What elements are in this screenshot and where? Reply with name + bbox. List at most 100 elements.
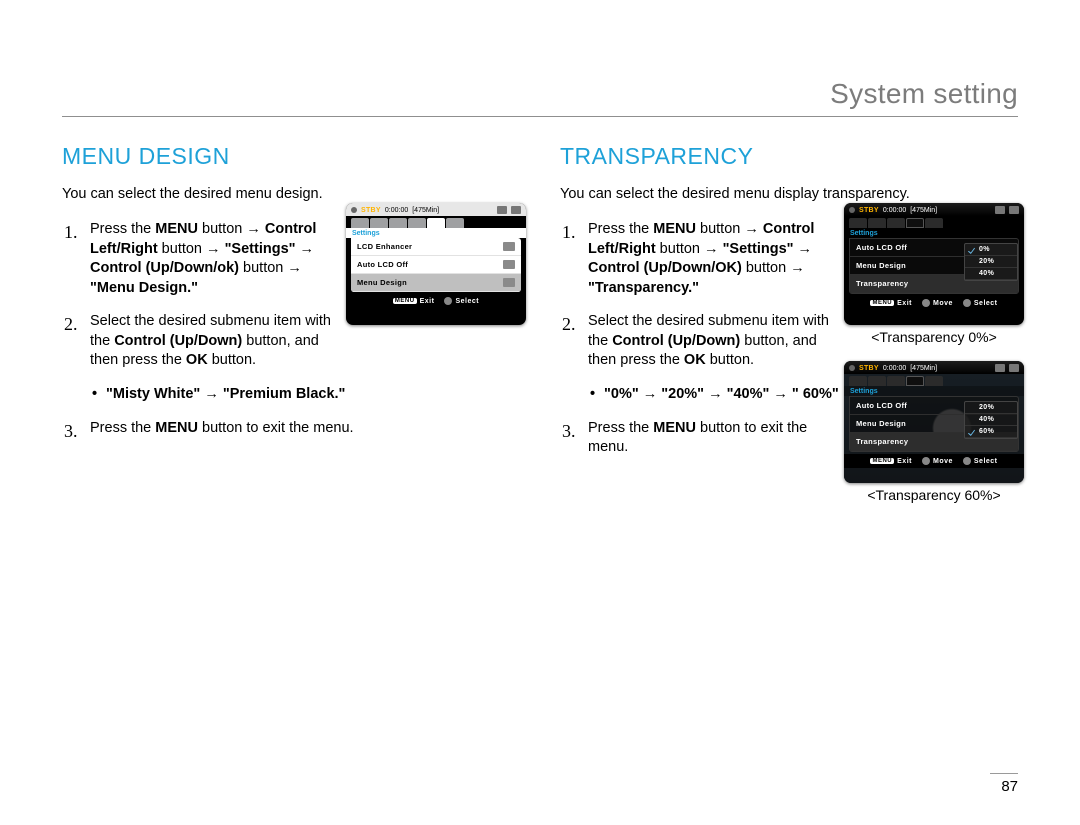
submenu-option: 40% — [965, 268, 1017, 280]
text-bold: MENU — [653, 221, 696, 237]
text-bold: MENU — [653, 420, 696, 436]
heading-menu-design: MENU DESIGN — [62, 143, 520, 170]
text: button to exit the menu. — [198, 420, 354, 436]
text: Press the — [90, 420, 155, 436]
step-3: Press the MENU button to exit the menu. — [560, 419, 848, 458]
text: Press the — [90, 221, 155, 237]
text-bold: Control (Up/Down/OK) — [588, 260, 742, 276]
menu-row-label: Menu Design — [856, 419, 906, 428]
stby-label: STBY — [859, 207, 879, 214]
tab-icon — [887, 376, 905, 386]
text-bold: Control (Up/Down) — [114, 333, 242, 349]
exit-label: Exit — [420, 298, 435, 305]
submenu-option-selected: 0% — [965, 244, 1017, 256]
submenu-popup: 20% 40% 60% — [964, 401, 1018, 439]
menu-badge: MENU — [870, 300, 894, 306]
card-icon — [497, 206, 507, 214]
settings-label: Settings — [346, 228, 526, 238]
menu-row-label: Transparency — [856, 437, 908, 446]
exit-label: Exit — [897, 300, 912, 307]
menu-row-label: Transparency — [856, 279, 908, 288]
text: button → — [158, 241, 225, 257]
timecode: 0:00:00 — [883, 207, 906, 214]
intro-menu-design: You can select the desired menu design. — [62, 186, 520, 202]
row-icon — [503, 242, 515, 251]
tab-icon — [868, 218, 886, 228]
settings-label: Settings — [844, 386, 1024, 396]
tab-icon — [351, 218, 369, 228]
battery-icon — [1009, 364, 1019, 372]
text-bold: OK — [684, 352, 706, 368]
tab-icon — [389, 218, 407, 228]
step-3: Press the MENU button to exit the menu. — [62, 419, 490, 439]
text-bold: MENU — [155, 221, 198, 237]
menu-badge: MENU — [870, 458, 894, 464]
text-bold: "Menu Design." — [90, 280, 198, 296]
tab-icon-active — [427, 218, 445, 228]
text: button → — [239, 260, 302, 276]
record-dot-icon — [849, 365, 855, 371]
settings-label: Settings — [844, 228, 1024, 238]
menu-badge: MENU — [393, 298, 417, 304]
section-title: System setting — [62, 78, 1018, 117]
column-menu-design: MENU DESIGN You can select the desired m… — [62, 139, 520, 472]
text: button. — [208, 352, 256, 368]
move-circle-icon — [922, 457, 930, 465]
card-icon — [995, 206, 1005, 214]
text: Press the — [588, 221, 653, 237]
step-1: Press the MENU button → Control Left/Rig… — [560, 220, 848, 298]
intro-transparency: You can select the desired menu display … — [560, 186, 1018, 202]
tab-icon — [370, 218, 388, 228]
submenu-option: 20% — [965, 402, 1017, 414]
submenu-option: 40% — [965, 414, 1017, 426]
lcd-transparency-60: STBY 0:00:00 [475Min] Settings Auto LC — [844, 361, 1024, 483]
tab-icon-active — [906, 376, 924, 386]
text: button → — [198, 221, 265, 237]
text-bold: "Settings" — [723, 241, 794, 257]
row-icon — [503, 278, 515, 287]
move-label: Move — [933, 458, 953, 465]
select-label: Select — [974, 300, 998, 307]
record-dot-icon — [351, 207, 357, 213]
text: button. — [706, 352, 754, 368]
page-number: 87 — [990, 773, 1018, 795]
menu-row-label: Menu Design — [357, 278, 407, 287]
submenu-option-selected: 60% — [965, 426, 1017, 438]
ok-circle-icon — [963, 457, 971, 465]
step-1: Press the MENU button → Control Left/Rig… — [62, 220, 350, 298]
step-2: Select the desired submenu item with the… — [62, 312, 350, 371]
remain-time: [475Min] — [910, 365, 937, 372]
tab-icon — [849, 218, 867, 228]
text: button → — [742, 260, 805, 276]
caption-transparency-0: <Transparency 0%> — [844, 329, 1024, 345]
menu-row-selected: Menu Design — [351, 274, 521, 292]
timecode: 0:00:00 — [385, 207, 408, 214]
timecode: 0:00:00 — [883, 365, 906, 372]
tab-icon — [887, 218, 905, 228]
ok-circle-icon — [444, 297, 452, 305]
step-2: Select the desired submenu item with the… — [560, 312, 848, 371]
caption-transparency-60: <Transparency 60%> — [844, 487, 1024, 503]
lcd-menu-design: STBY 0:00:00 [475Min] Settings — [346, 203, 526, 325]
menu-row: LCD Enhancer — [351, 238, 521, 256]
menu-row-label: LCD Enhancer — [357, 242, 412, 251]
move-label: Move — [933, 300, 953, 307]
text-bold: MENU — [155, 420, 198, 436]
battery-icon — [1009, 206, 1019, 214]
text-bold: Control (Up/Down) — [612, 333, 740, 349]
tab-icon — [868, 376, 886, 386]
text: → — [296, 241, 315, 257]
menu-row-label: Auto LCD Off — [357, 260, 408, 269]
stby-label: STBY — [361, 207, 381, 214]
record-dot-icon — [849, 207, 855, 213]
text: Press the — [588, 420, 653, 436]
stby-label: STBY — [859, 365, 879, 372]
tab-icon — [408, 218, 426, 228]
text-bold: "Settings" — [225, 241, 296, 257]
card-icon — [995, 364, 1005, 372]
battery-icon — [511, 206, 521, 214]
tab-icon — [925, 218, 943, 228]
text: button → — [656, 241, 723, 257]
lcd-transparency-0: STBY 0:00:00 [475Min] Settings Auto LC — [844, 203, 1024, 325]
text: button → — [696, 221, 763, 237]
